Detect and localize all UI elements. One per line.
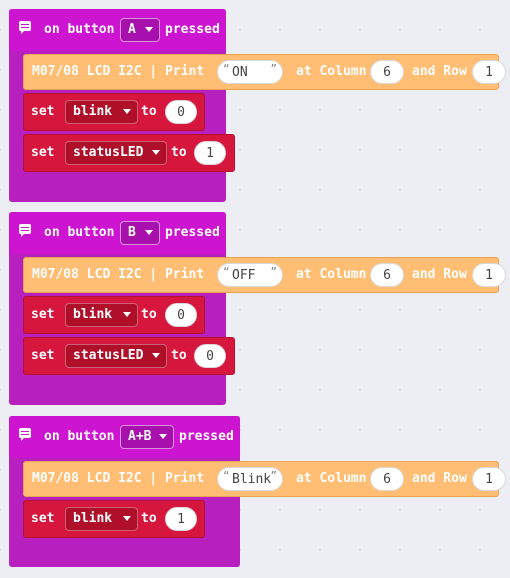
comment-icon[interactable] bbox=[19, 428, 31, 441]
variable-dropdown-value: blink bbox=[73, 307, 113, 322]
to-label: to bbox=[141, 511, 157, 526]
column-input[interactable]: 6 bbox=[370, 60, 404, 84]
event-block-header[interactable]: on button A+B pressed bbox=[9, 416, 240, 458]
workspace-canvas[interactable]: on button A pressed M07/08 LCD I2C | Pri… bbox=[0, 0, 510, 578]
to-label: to bbox=[171, 145, 187, 160]
button-dropdown[interactable]: B bbox=[120, 221, 160, 245]
value-input[interactable]: 0 bbox=[194, 344, 226, 368]
chevron-down-icon bbox=[145, 230, 153, 235]
set-label: set bbox=[31, 104, 55, 119]
column-input[interactable]: 6 bbox=[370, 263, 404, 287]
pressed-label: pressed bbox=[165, 225, 220, 240]
chevron-down-icon bbox=[152, 353, 160, 358]
print-text-input[interactable]: ON bbox=[217, 57, 283, 84]
chevron-down-icon bbox=[123, 109, 131, 114]
button-dropdown-value: A bbox=[128, 22, 136, 37]
comment-icon[interactable] bbox=[19, 21, 31, 34]
at-column-label: at Column bbox=[296, 267, 367, 282]
variable-dropdown[interactable]: blink bbox=[65, 303, 138, 327]
to-label: to bbox=[171, 348, 187, 363]
event-block-button-b[interactable]: on button B pressed M07/08 LCD I2C | Pri… bbox=[9, 212, 506, 405]
variable-dropdown[interactable]: statusLED bbox=[65, 344, 167, 368]
chevron-down-icon bbox=[145, 27, 153, 32]
set-statusled-block[interactable]: set statusLED to 1 bbox=[23, 134, 235, 172]
button-dropdown[interactable]: A bbox=[120, 18, 160, 42]
value-input[interactable]: 0 bbox=[165, 100, 197, 124]
set-label: set bbox=[31, 511, 55, 526]
lcd-print-block[interactable]: M07/08 LCD I2C | Print Blink at Column 6… bbox=[23, 461, 506, 497]
chevron-down-icon bbox=[152, 150, 160, 155]
button-dropdown[interactable]: A+B bbox=[120, 425, 174, 449]
print-text-input[interactable]: Blink bbox=[217, 464, 283, 491]
variable-dropdown-value: blink bbox=[73, 104, 113, 119]
value-input[interactable]: 1 bbox=[194, 141, 226, 165]
to-label: to bbox=[141, 104, 157, 119]
variable-dropdown[interactable]: blink bbox=[65, 100, 138, 124]
chevron-down-icon bbox=[123, 312, 131, 317]
lcd-print-block[interactable]: M07/08 LCD I2C | Print OFF at Column 6 a… bbox=[23, 257, 506, 293]
variable-dropdown[interactable]: blink bbox=[65, 507, 138, 531]
column-input[interactable]: 6 bbox=[370, 467, 404, 491]
row-input[interactable]: 1 bbox=[472, 263, 506, 287]
set-statusled-block[interactable]: set statusLED to 0 bbox=[23, 337, 235, 375]
to-label: to bbox=[141, 307, 157, 322]
set-blink-block[interactable]: set blink to 0 bbox=[23, 93, 205, 131]
set-blink-block[interactable]: set blink to 0 bbox=[23, 296, 205, 334]
value-input[interactable]: 1 bbox=[165, 507, 197, 531]
pressed-label: pressed bbox=[179, 429, 234, 444]
lcd-print-label: M07/08 LCD I2C | Print bbox=[32, 267, 205, 282]
button-dropdown-value: A+B bbox=[128, 429, 152, 444]
set-label: set bbox=[31, 307, 55, 322]
on-button-label: on button bbox=[44, 225, 115, 240]
on-button-label: on button bbox=[44, 22, 115, 37]
set-label: set bbox=[31, 145, 55, 160]
set-label: set bbox=[31, 348, 55, 363]
chevron-down-icon bbox=[159, 434, 167, 439]
variable-dropdown-value: statusLED bbox=[73, 348, 144, 363]
button-dropdown-value: B bbox=[128, 225, 136, 240]
event-block-header[interactable]: on button A pressed bbox=[9, 9, 226, 51]
on-button-label: on button bbox=[44, 429, 115, 444]
variable-dropdown-value: blink bbox=[73, 511, 113, 526]
variable-dropdown-value: statusLED bbox=[73, 145, 144, 160]
event-block-button-a[interactable]: on button A pressed M07/08 LCD I2C | Pri… bbox=[9, 9, 506, 202]
at-column-label: at Column bbox=[296, 64, 367, 79]
chevron-down-icon bbox=[123, 516, 131, 521]
lcd-print-block[interactable]: M07/08 LCD I2C | Print ON at Column 6 an… bbox=[23, 54, 506, 90]
lcd-print-label: M07/08 LCD I2C | Print bbox=[32, 64, 205, 79]
variable-dropdown[interactable]: statusLED bbox=[65, 141, 167, 165]
pressed-label: pressed bbox=[165, 22, 220, 37]
and-row-label: and Row bbox=[412, 64, 467, 79]
comment-icon[interactable] bbox=[19, 224, 31, 237]
event-block-header[interactable]: on button B pressed bbox=[9, 212, 226, 254]
lcd-print-label: M07/08 LCD I2C | Print bbox=[32, 471, 205, 486]
at-column-label: at Column bbox=[296, 471, 367, 486]
value-input[interactable]: 0 bbox=[165, 303, 197, 327]
print-text-input[interactable]: OFF bbox=[217, 260, 283, 287]
and-row-label: and Row bbox=[412, 267, 467, 282]
event-block-button-ab[interactable]: on button A+B pressed M07/08 LCD I2C | P… bbox=[9, 416, 506, 567]
and-row-label: and Row bbox=[412, 471, 467, 486]
row-input[interactable]: 1 bbox=[472, 467, 506, 491]
row-input[interactable]: 1 bbox=[472, 60, 506, 84]
set-blink-block[interactable]: set blink to 1 bbox=[23, 500, 205, 538]
